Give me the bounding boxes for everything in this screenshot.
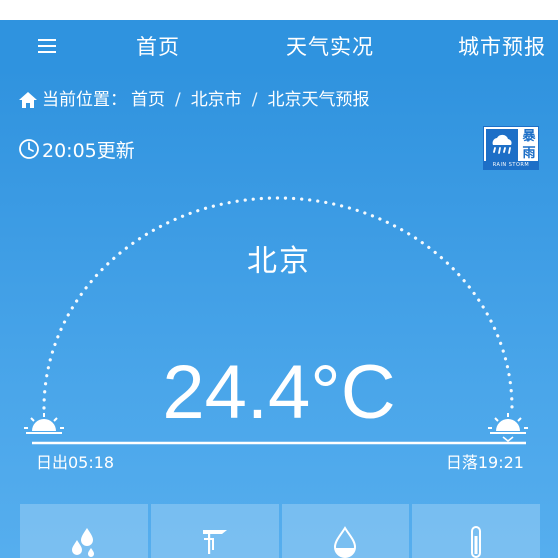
temperature-card[interactable]: [412, 504, 540, 558]
sunset-time: 日落19:21: [445, 453, 524, 472]
thermometer-icon: [471, 526, 482, 558]
status-strip: [0, 0, 558, 20]
rainstorm-warning-badge[interactable]: 暴雨 RAIN STORM: [483, 126, 539, 170]
precipitation-card[interactable]: [281, 504, 410, 558]
sunrise-time: 日出05:18: [36, 453, 115, 472]
breadcrumb-home[interactable]: 首页: [131, 86, 165, 114]
wind-card[interactable]: [150, 504, 279, 558]
nav-city-forecast[interactable]: 城市预报: [458, 32, 546, 62]
nav-home[interactable]: 首页: [136, 32, 180, 62]
humidity-card[interactable]: [20, 504, 148, 558]
breadcrumb-separator: /: [251, 90, 258, 110]
precipitation-drop-icon: [334, 526, 357, 558]
menu-icon[interactable]: [34, 33, 60, 59]
home-icon: [19, 92, 37, 108]
breadcrumb-current: 北京天气预报: [267, 90, 370, 110]
weather-detail-cards: [20, 504, 540, 558]
breadcrumb-prefix: 当前位置：: [42, 90, 127, 110]
top-navbar: 首页 天气实况 城市预报: [0, 20, 558, 74]
warning-title: 暴雨: [522, 129, 536, 161]
update-time-text: 20:05更新: [42, 139, 135, 162]
nav-live-weather[interactable]: 天气实况: [286, 32, 374, 62]
current-temperature: 24.4°C: [162, 350, 396, 435]
breadcrumb-separator: /: [175, 90, 181, 110]
clock-icon: [19, 139, 39, 159]
rainstorm-warning-icon: [486, 129, 518, 161]
wind-vane-icon: [202, 530, 227, 554]
warning-subtitle: RAIN STORM: [484, 161, 538, 169]
update-time: 20:05更新: [18, 135, 135, 163]
city-name: 北京: [247, 244, 311, 279]
breadcrumb: 当前位置： 首页 / 北京市 / 北京天气预报: [18, 86, 369, 114]
breadcrumb-city[interactable]: 北京市: [191, 86, 242, 114]
humidity-drops-icon: [71, 528, 94, 557]
